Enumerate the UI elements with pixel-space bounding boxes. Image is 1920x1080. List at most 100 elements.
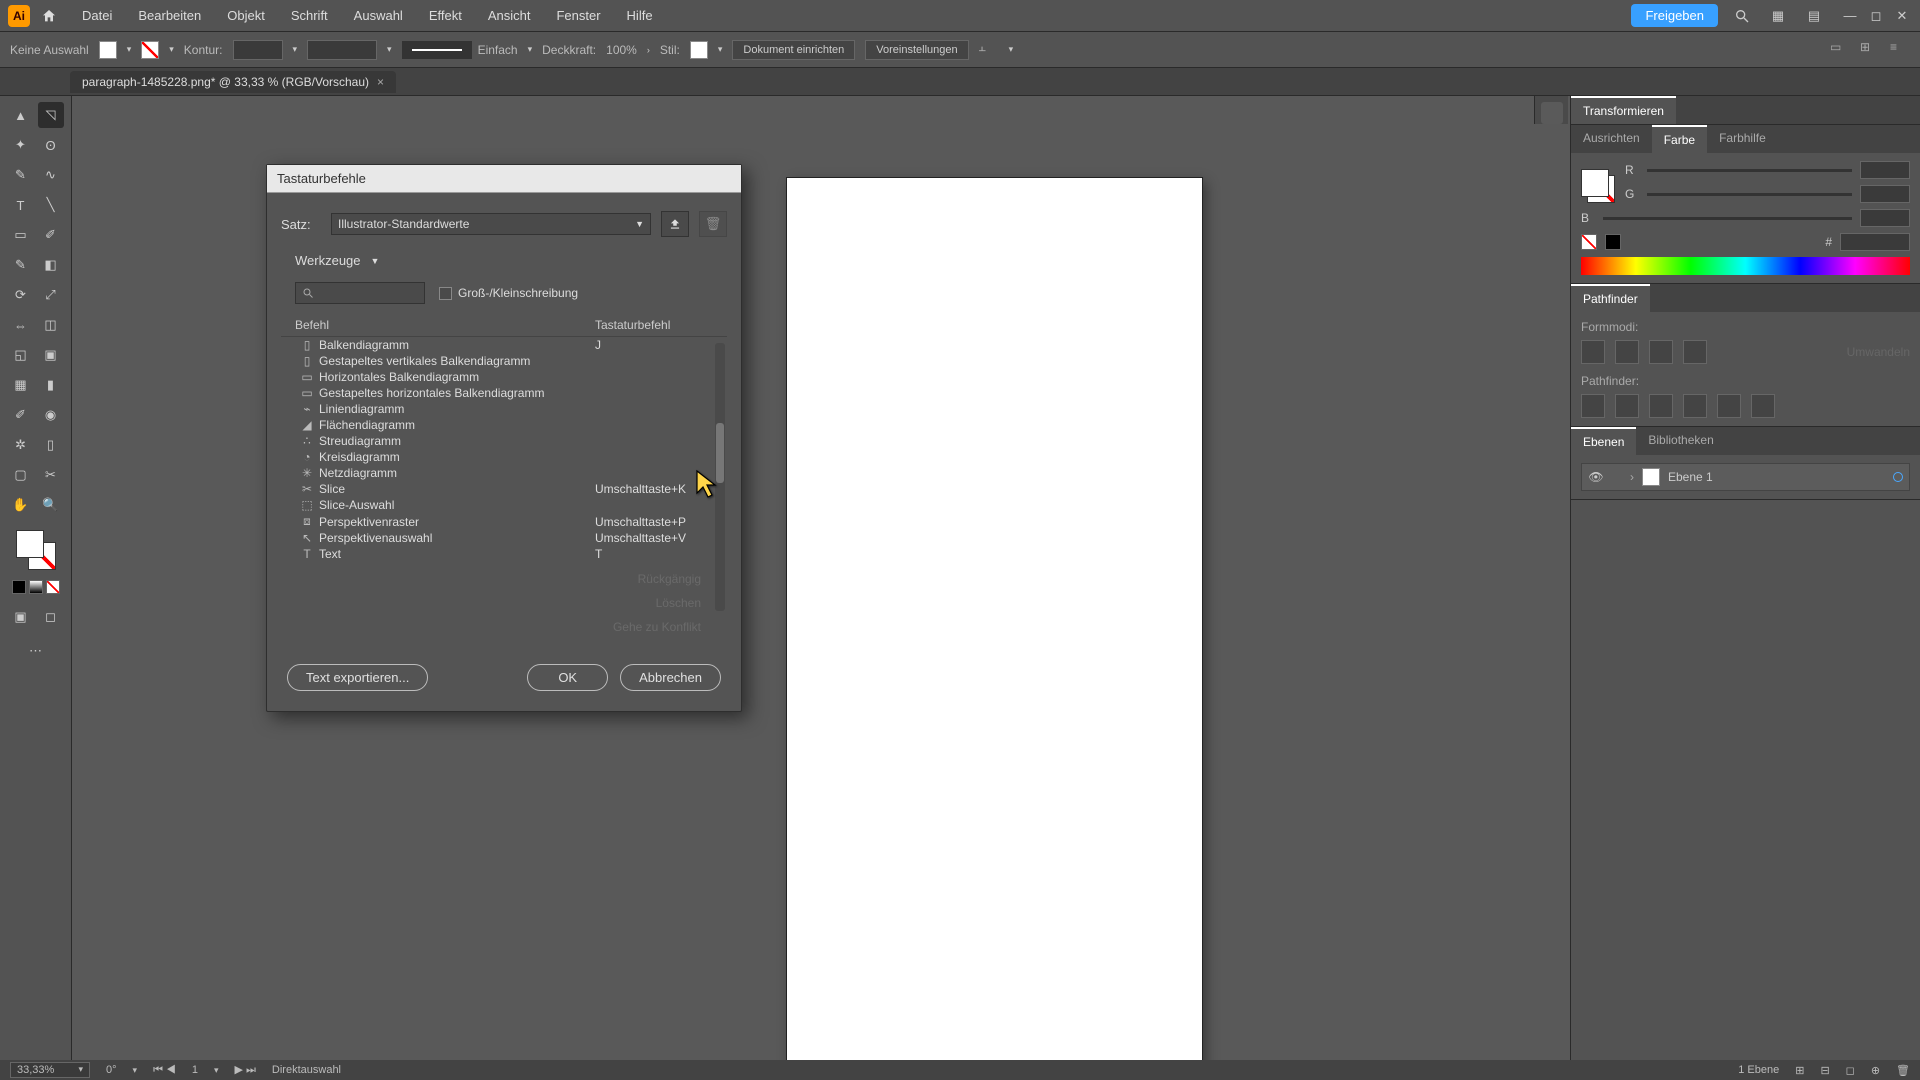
type-tool[interactable]: T — [8, 192, 34, 218]
pf-crop[interactable] — [1683, 394, 1707, 418]
pf-unite[interactable] — [1581, 340, 1605, 364]
menu-fenster[interactable]: Fenster — [544, 4, 612, 27]
pathfinder-tab[interactable]: Pathfinder — [1571, 284, 1650, 312]
b-slider[interactable] — [1603, 217, 1852, 220]
home-icon[interactable] — [38, 5, 60, 27]
eyedropper-tool[interactable]: ✐ — [8, 402, 34, 428]
shortcut-row[interactable]: ✂SliceUmschalttaste+K — [281, 481, 727, 497]
status-icon-5[interactable]: 🗑 — [1896, 1064, 1910, 1077]
gradient-tool[interactable]: ▮ — [38, 372, 64, 398]
ok-button[interactable]: OK — [527, 664, 608, 691]
paintbrush-tool[interactable]: ✐ — [38, 222, 64, 248]
align-tab[interactable]: Ausrichten — [1571, 125, 1652, 153]
shortcut-row[interactable]: ▭Gestapeltes horizontales Balkendiagramm — [281, 385, 727, 401]
window-maximize-icon[interactable]: ◻ — [1866, 6, 1886, 26]
shortcut-row[interactable]: ◔Kreisdiagramm — [281, 449, 727, 465]
perspective-tool[interactable]: ▣ — [38, 342, 64, 368]
mode-color[interactable] — [12, 580, 26, 594]
curvature-tool[interactable]: ∿ — [38, 162, 64, 188]
layer-thumbnail[interactable] — [1642, 468, 1660, 486]
menu-objekt[interactable]: Objekt — [215, 4, 277, 27]
shortcut-key[interactable]: J — [595, 338, 713, 352]
artboard-page[interactable]: 1 — [192, 1064, 198, 1076]
zoom-dropdown[interactable]: 33,33%▾ — [10, 1062, 90, 1078]
pf-minus-front[interactable] — [1615, 340, 1639, 364]
menu-bearbeiten[interactable]: Bearbeiten — [126, 4, 213, 27]
hand-tool[interactable]: ✋ — [8, 492, 34, 518]
panel-mode-icon-1[interactable]: ▭ — [1830, 40, 1850, 60]
shortcut-key[interactable]: T — [595, 547, 713, 561]
shortcut-row[interactable]: ✳Netzdiagramm — [281, 465, 727, 481]
symbol-sprayer-tool[interactable]: ✲ — [8, 432, 34, 458]
export-text-button[interactable]: Text exportieren... — [287, 664, 428, 691]
list-scrollbar[interactable] — [715, 343, 725, 611]
shortcut-key[interactable]: Umschalttaste+V — [595, 531, 713, 545]
rotate-tool[interactable]: ⟳ — [8, 282, 34, 308]
rotation-value[interactable]: 0° — [106, 1064, 117, 1076]
cancel-button[interactable]: Abbrechen — [620, 664, 721, 691]
r-value[interactable] — [1860, 161, 1910, 179]
category-dropdown[interactable]: Werkzeuge ▼ — [295, 253, 379, 268]
scrollbar-thumb[interactable] — [716, 423, 724, 483]
graphic-style-swatch[interactable] — [690, 41, 708, 59]
pf-trim[interactable] — [1615, 394, 1639, 418]
black-color-icon[interactable] — [1605, 234, 1621, 250]
case-sensitive-checkbox[interactable]: Groß-/Kleinschreibung — [439, 286, 578, 300]
fill-swatch[interactable] — [99, 41, 117, 59]
spectrum-strip[interactable] — [1581, 257, 1910, 275]
align-to-icon[interactable]: ⫠ — [979, 40, 999, 60]
shortcut-row[interactable]: ⧈PerspektivenrasterUmschalttaste+P — [281, 513, 727, 530]
pen-tool[interactable]: ✎ — [8, 162, 34, 188]
slice-tool[interactable]: ✂ — [38, 462, 64, 488]
pf-minus-back[interactable] — [1751, 394, 1775, 418]
color-panel-fill[interactable] — [1581, 169, 1609, 197]
scale-tool[interactable]: ⤢ — [38, 282, 64, 308]
stroke-weight-input[interactable] — [233, 40, 283, 60]
b-value[interactable] — [1860, 209, 1910, 227]
shortcut-row[interactable]: ⬚Slice-Auswahl — [281, 497, 727, 513]
eraser-tool[interactable]: ◧ — [38, 252, 64, 278]
selection-tool[interactable]: ▲ — [8, 102, 34, 128]
layers-tab[interactable]: Ebenen — [1571, 427, 1636, 455]
search-icon[interactable] — [1730, 4, 1754, 28]
screen-mode-full[interactable]: ◻ — [38, 604, 64, 630]
shortcut-key[interactable]: Umschalttaste+P — [595, 515, 713, 529]
shortcut-row[interactable]: ▯BalkendiagrammJ — [281, 337, 727, 353]
close-tab-icon[interactable]: × — [377, 75, 384, 89]
shortcut-row[interactable]: ▯Gestapeltes vertikales Balkendiagramm — [281, 353, 727, 369]
status-icon-1[interactable]: ⊞ — [1795, 1064, 1804, 1077]
workspaces-icon[interactable]: ▦ — [1766, 4, 1790, 28]
panel-menu-icon[interactable]: ≡ — [1890, 40, 1910, 60]
line-tool[interactable]: ╲ — [38, 192, 64, 218]
magic-wand-tool[interactable]: ✦ — [8, 132, 34, 158]
shortcut-key[interactable]: Umschalttaste+K — [595, 482, 713, 496]
shortcut-row[interactable]: ◢Flächendiagramm — [281, 417, 727, 433]
stroke-swatch[interactable] — [141, 41, 159, 59]
menu-ansicht[interactable]: Ansicht — [476, 4, 543, 27]
r-slider[interactable] — [1647, 169, 1852, 172]
pf-divide[interactable] — [1581, 394, 1605, 418]
libraries-tab[interactable]: Bibliotheken — [1636, 427, 1725, 455]
menu-datei[interactable]: Datei — [70, 4, 124, 27]
mesh-tool[interactable]: ▦ — [8, 372, 34, 398]
shortcut-row[interactable]: TTextT — [281, 546, 727, 562]
mode-none[interactable] — [46, 580, 60, 594]
color-guide-tab[interactable]: Farbhilfe — [1707, 125, 1778, 153]
blend-tool[interactable]: ◉ — [38, 402, 64, 428]
shortcut-row[interactable]: ↖PerspektivenauswahlUmschalttaste+V — [281, 530, 727, 546]
opacity-value[interactable]: 100% — [606, 43, 637, 57]
mode-gradient[interactable] — [29, 580, 43, 594]
color-mode-swatches[interactable] — [12, 580, 60, 594]
arrange-docs-icon[interactable]: ▤ — [1802, 4, 1826, 28]
edit-toolbar-icon[interactable]: ⋯ — [23, 638, 49, 664]
status-icon-2[interactable]: ⊟ — [1820, 1064, 1829, 1077]
shaper-tool[interactable]: ✎ — [8, 252, 34, 278]
menu-auswahl[interactable]: Auswahl — [342, 4, 415, 27]
layer-name[interactable]: Ebene 1 — [1668, 470, 1885, 484]
none-color-icon[interactable] — [1581, 234, 1597, 250]
shortcut-row[interactable]: ⌁Liniendiagramm — [281, 401, 727, 417]
fill-color-box[interactable] — [16, 530, 44, 558]
pf-merge[interactable] — [1649, 394, 1673, 418]
shortcut-row[interactable]: ∴Streudiagramm — [281, 433, 727, 449]
direct-selection-tool[interactable]: ◹ — [38, 102, 64, 128]
